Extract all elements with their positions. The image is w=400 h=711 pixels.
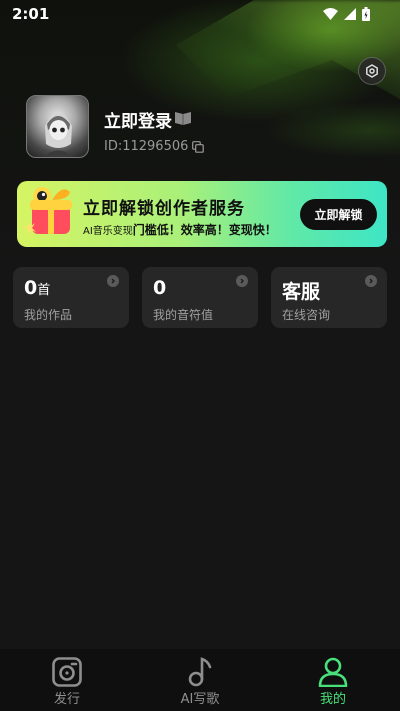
bottom-nav: 发行 AI写歌 我的	[0, 649, 400, 711]
banner-subtitle: AI音乐变现门槛低！效率高！变现快！	[83, 221, 277, 238]
my-works-card[interactable]: 0首 我的作品	[13, 267, 129, 328]
user-id: ID:11296506	[104, 139, 189, 154]
avatar[interactable]	[26, 95, 89, 158]
my-note-value-card[interactable]: 0 我的音符值	[142, 267, 258, 328]
banner-title: 立即解锁创作者服务	[83, 199, 245, 219]
status-time: 2:01	[12, 5, 50, 23]
banner-subtitle-highlight: 门槛低！效率高！变现快！	[132, 223, 277, 237]
works-unit: 首	[37, 283, 51, 298]
login-title[interactable]: 立即登录	[104, 107, 172, 132]
settings-button[interactable]	[358, 57, 386, 85]
works-count: 0	[24, 277, 38, 299]
release-icon	[52, 657, 82, 687]
avatar-figure-icon	[43, 113, 74, 157]
unlock-button[interactable]: 立即解锁	[300, 199, 377, 230]
card-label: 我的作品	[24, 308, 73, 322]
card-label: 我的音符值	[153, 308, 214, 322]
wifi-icon	[323, 8, 338, 20]
user-icon	[318, 657, 348, 687]
chevron-right-icon	[236, 275, 248, 287]
nav-label: 发行	[53, 692, 80, 707]
note-value-count: 0	[153, 277, 167, 299]
settings-hexagon-icon	[366, 64, 378, 78]
nav-item-release[interactable]: 发行	[27, 649, 107, 711]
card-value: 0首	[24, 277, 50, 299]
battery-icon	[362, 7, 370, 21]
banner-subtitle-prefix: AI音乐变现	[83, 226, 133, 237]
nav-item-ai-write[interactable]: AI写歌	[160, 649, 240, 711]
chevron-right-icon	[107, 275, 119, 287]
customer-service-card[interactable]: 客服 在线咨询	[271, 267, 387, 328]
gift-box-icon	[23, 187, 72, 235]
copy-icon[interactable]	[192, 141, 204, 153]
status-bar: 2:01	[0, 0, 400, 28]
status-icons	[323, 7, 370, 21]
card-value: 0	[153, 277, 166, 299]
nav-label: AI写歌	[180, 692, 220, 707]
book-badge-icon	[175, 112, 191, 125]
music-note-icon	[188, 657, 212, 687]
card-value: 客服	[282, 281, 321, 303]
nav-label: 我的	[319, 692, 346, 707]
card-label: 在线咨询	[282, 308, 331, 322]
signal-icon	[344, 8, 356, 20]
nav-item-mine[interactable]: 我的	[293, 649, 373, 711]
chevron-right-icon	[365, 275, 377, 287]
